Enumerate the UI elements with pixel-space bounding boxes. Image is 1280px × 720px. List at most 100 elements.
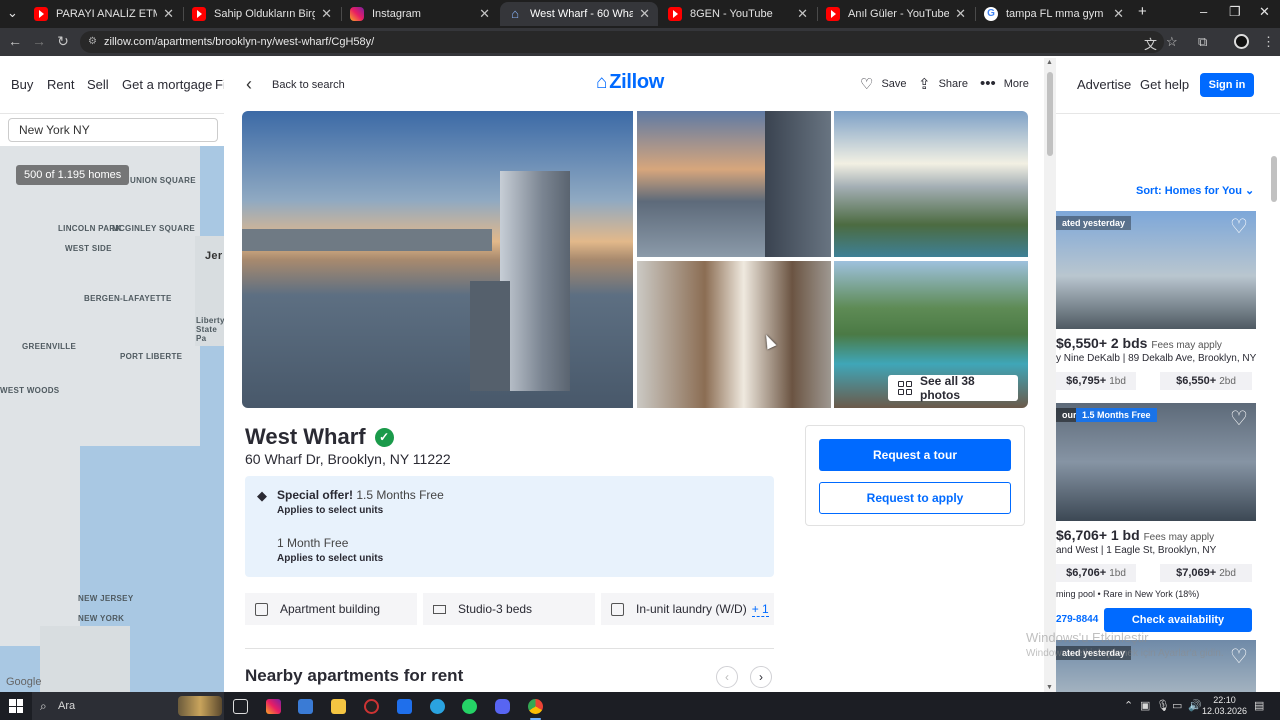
editor-app-icon[interactable] [397,699,412,714]
unit-price-chip[interactable]: $6,795+ 1bd [1056,372,1136,390]
phone-link[interactable]: 279-8844 [1056,614,1098,625]
close-tab-icon[interactable]: ✕ [639,6,650,22]
browser-tab[interactable]: G tampa FL mma gym - Google'da Ara ✕ [976,2,1132,26]
close-tab-icon[interactable]: ✕ [797,6,808,22]
listing-modal: ‹ Back to search ⌂ Zillow ♡ Save ⇪ Share ••… [224,58,1056,692]
browser-tab-active[interactable]: ⌂ West Wharf - 60 Wharf Dr Brooklyn ✕ [500,2,658,26]
windows-start-icon[interactable] [9,699,23,713]
whatsapp-icon[interactable] [462,699,477,714]
network-icon[interactable]: ▭ [1172,699,1182,712]
unit-price-chip[interactable]: $7,069+ 2bd [1160,564,1252,582]
offer-applies: Applies to select units [277,505,384,516]
tab-title: Instagram [372,8,421,20]
gallery-photo[interactable] [637,111,831,257]
obs-app-icon[interactable] [364,699,379,714]
nav-advertise[interactable]: Advertise [1077,77,1131,92]
main-photo[interactable] [242,111,633,408]
back-to-search-link[interactable]: ‹ Back to search [246,74,345,95]
browser-tab[interactable]: Anıl Güler - YouTube ✕ [818,2,974,26]
nav-sell[interactable]: Sell [87,77,109,92]
nav-buy[interactable]: Buy [11,77,33,92]
telegram-icon[interactable] [430,699,445,714]
tray-app-icon[interactable]: ▣ [1140,699,1150,712]
discord-icon[interactable] [495,699,510,714]
scroll-down-icon[interactable]: ▼ [1046,684,1053,691]
see-all-photos-button[interactable]: See all 38 photos [888,374,1018,402]
map-label: NEW YORK [78,614,125,623]
sign-in-button[interactable]: Sign in [1200,73,1254,97]
minimize-icon[interactable]: – [1200,4,1207,19]
heart-icon[interactable]: ♡ [1230,214,1248,239]
carousel-next-button[interactable]: › [750,666,772,688]
location-search-input[interactable]: New York NY [8,118,218,142]
bookmark-star-icon[interactable]: ☆ [1166,34,1178,50]
microphone-icon[interactable]: 🎙 [1156,699,1170,712]
browser-tab[interactable]: 8GEN - YouTube ✕ [660,2,816,26]
nav-get-help[interactable]: Get help [1140,77,1189,92]
map[interactable]: 500 of 1.195 homes UNION SQUARE LINCOLN … [0,146,224,692]
unit-price-chip[interactable]: $6,706+ 1bd [1056,564,1136,582]
photos-app-icon[interactable] [298,699,313,714]
grid-icon [898,381,912,395]
more-facts-link[interactable]: + 1 [751,602,769,617]
unit-price-chip[interactable]: $6,550+ 2bd [1160,372,1252,390]
taskbar-search[interactable]: ⌕ Ara [32,692,224,720]
forward-arrow-icon[interactable]: → [30,33,48,49]
more-button[interactable]: ••• More [980,75,1029,92]
instagram-app-icon[interactable] [266,699,281,714]
close-tab-icon[interactable]: ✕ [1113,6,1124,22]
maximize-icon[interactable]: ❐ [1229,4,1241,20]
close-tab-icon[interactable]: ✕ [955,6,966,22]
price-text: $6,706+ 1 bd [1056,527,1140,543]
request-apply-button[interactable]: Request to apply [819,482,1011,514]
browser-tab[interactable]: Sahip Oldukların Birgün Sana Sahip Olur … [184,2,340,26]
close-tab-icon[interactable]: ✕ [321,6,332,22]
scroll-up-icon[interactable]: ▲ [1046,59,1053,66]
address-bar[interactable]: ⚙ zillow.com/apartments/brooklyn-ny/west… [80,31,1164,53]
chip-unit: 1bd [1109,376,1126,387]
site-info-icon[interactable]: ⚙ [88,31,97,53]
nav-rent[interactable]: Rent [47,77,74,92]
new-tab-icon[interactable]: + [1138,3,1147,20]
gallery-photo[interactable] [834,111,1028,257]
file-explorer-icon[interactable] [331,699,346,714]
zillow-logo[interactable]: ⌂ Zillow [596,71,664,94]
page-scrollbar[interactable] [1271,156,1277,202]
sort-dropdown[interactable]: Sort: Homes for You ⌄ [1136,184,1254,197]
notifications-icon[interactable]: ▤ [1254,699,1264,712]
chrome-taskbar-icon[interactable] [528,699,543,720]
browser-menu-icon[interactable]: ⋮ [1262,34,1275,50]
listing-address[interactable]: and West | 1 Eagle St, Brooklyn, NY [1056,545,1216,556]
close-tab-icon[interactable]: ✕ [479,6,490,22]
scrollbar-thumb[interactable] [1047,72,1053,156]
task-view-icon[interactable] [233,699,248,714]
heart-icon[interactable]: ♡ [1230,644,1248,669]
tab-search-icon[interactable]: ⌄ [7,5,18,21]
back-arrow-icon[interactable]: ← [6,33,24,49]
translate-icon[interactable]: 文 [1144,34,1157,53]
listing-address[interactable]: y Nine DeKalb | 89 Dekalb Ave, Brooklyn,… [1056,353,1256,364]
taskbar-clock[interactable]: 22:10 12.03.2026 [1202,695,1247,717]
profile-avatar[interactable] [1234,34,1249,49]
extensions-icon[interactable]: ⧉ [1198,34,1207,50]
reload-icon[interactable]: ↻ [54,33,72,50]
request-tour-button[interactable]: Request a tour [819,439,1011,471]
heart-icon[interactable]: ♡ [1230,406,1248,431]
carousel-prev-button[interactable]: ‹ [716,666,738,688]
gallery-photo[interactable] [637,261,831,408]
check-availability-button[interactable]: Check availability [1104,608,1252,632]
verified-check-icon: ✓ [374,427,394,447]
tray-chevron-icon[interactable]: ⌃ [1124,699,1133,712]
close-tab-icon[interactable]: ✕ [163,6,174,22]
close-window-icon[interactable]: ✕ [1259,4,1270,20]
modal-scrollbar[interactable]: ▲ ▼ [1044,58,1056,692]
youtube-icon [34,7,48,21]
share-button[interactable]: ⇪ Share [918,75,968,93]
nav-mortgage[interactable]: Get a mortgage [122,77,212,92]
browser-tab[interactable]: PARAYI ANALİZ ETMEK - YouTube ✕ [26,2,182,26]
share-label: Share [938,78,968,90]
browser-tab[interactable]: Instagram ✕ [342,2,498,26]
volume-icon[interactable]: 🔊 [1188,699,1202,712]
browser-toolbar: ← → ↻ ⚙ zillow.com/apartments/brooklyn-n… [0,28,1280,56]
save-button[interactable]: ♡ Save [860,75,907,93]
